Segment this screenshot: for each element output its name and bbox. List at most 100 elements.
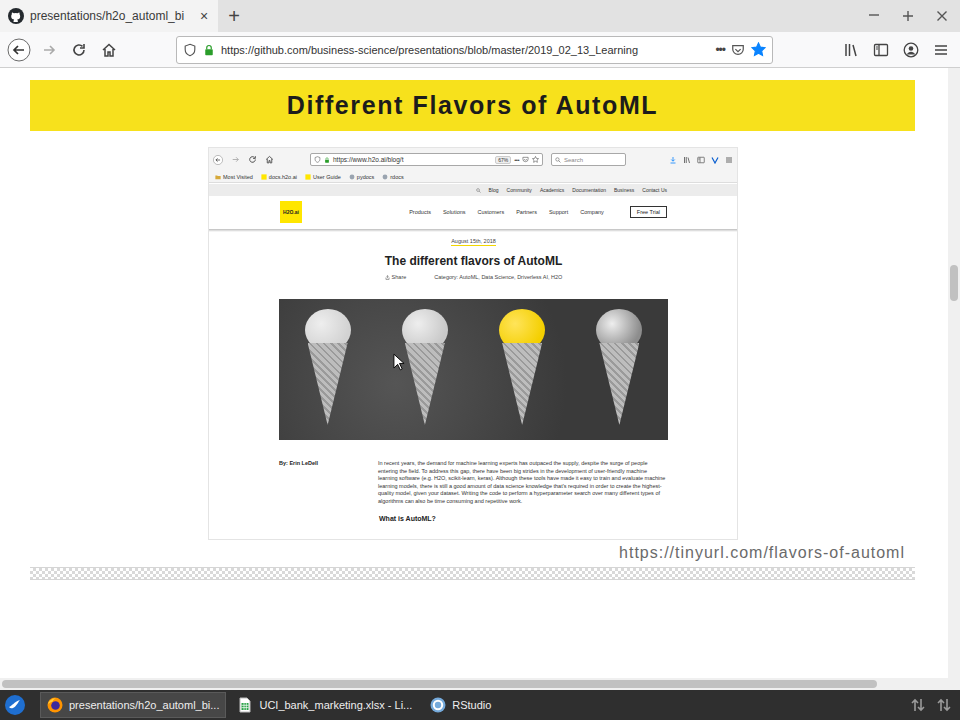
menu-item: Support: [549, 209, 568, 215]
minimize-icon[interactable]: [868, 10, 880, 22]
pocket-icon[interactable]: [731, 43, 745, 57]
url-bar[interactable]: https://github.com/business-science/pres…: [176, 36, 773, 64]
scroll-thumb[interactable]: [2, 680, 877, 688]
home-button[interactable]: [94, 35, 124, 65]
lock-icon[interactable]: [203, 44, 215, 56]
maximize-icon[interactable]: [902, 10, 914, 22]
account-icon[interactable]: [903, 42, 919, 58]
close-icon[interactable]: [936, 10, 948, 22]
library-button[interactable]: [836, 35, 866, 65]
tracking-shield-icon[interactable]: [183, 43, 197, 57]
reload-icon[interactable]: [71, 42, 87, 58]
post-date: August 15th, 2018: [451, 238, 496, 246]
close-icon[interactable]: [936, 10, 948, 22]
forward-button[interactable]: [34, 35, 64, 65]
taskbar-label[interactable]: presentations/h2o_automl_bi...: [69, 699, 219, 711]
calc-icon[interactable]: [237, 697, 253, 713]
rstudio-icon[interactable]: [430, 697, 446, 713]
minimize-icon[interactable]: [868, 10, 880, 22]
network-activity-icon[interactable]: [936, 697, 952, 713]
ice-cream-cone: [305, 309, 351, 425]
back-icon: [213, 155, 223, 165]
window-controls: [868, 0, 960, 32]
home-icon[interactable]: [101, 42, 117, 58]
taskbar-item[interactable]: presentations/h2o_automl_bi...: [40, 692, 226, 718]
vertical-scrollbar[interactable]: [948, 68, 960, 678]
bookmarks-toolbar: Most Visiteddocs.h2o.aiUser Guidepydocsr…: [209, 171, 737, 183]
calc-icon[interactable]: [237, 697, 253, 713]
reader-sidebar-icon[interactable]: [873, 42, 889, 58]
horizontal-scrollbar[interactable]: [0, 678, 960, 690]
github-icon: [8, 8, 24, 24]
menu-item: Customers: [478, 209, 505, 215]
taskbar-label[interactable]: UCI_bank_marketing.xlsx - Li...: [259, 699, 412, 711]
rstudio-icon[interactable]: [430, 697, 446, 713]
top-link: Contact Us: [642, 187, 667, 193]
reader-sidebar-icon[interactable]: [873, 42, 889, 58]
browser-tab[interactable]: presentations/h2o_automl_bi ×: [0, 0, 218, 32]
shield-icon: [314, 156, 321, 163]
forward-icon[interactable]: [41, 42, 57, 58]
github-icon: [8, 8, 24, 24]
pocket-icon[interactable]: [731, 43, 745, 57]
site-icon: [349, 174, 355, 180]
page-actions-button[interactable]: •••: [715, 43, 725, 57]
ice-cream-cone: [596, 309, 642, 425]
back-icon: [213, 155, 223, 165]
page-actions: •••: [514, 157, 519, 163]
hamburger-menu-button[interactable]: [926, 35, 956, 65]
reload-button[interactable]: [64, 35, 94, 65]
tracking-shield-icon[interactable]: [183, 43, 197, 57]
reload-icon[interactable]: [71, 42, 87, 58]
content-area: Different Flavors of AutoML https://www.h…: [0, 68, 960, 678]
firefox-icon[interactable]: [47, 697, 63, 713]
network-activity-icon[interactable]: [936, 697, 952, 713]
network-icon[interactable]: [910, 697, 926, 713]
menu-item: Company: [580, 209, 604, 215]
lock-icon[interactable]: [203, 44, 215, 56]
bookmark-star-icon[interactable]: [751, 42, 766, 57]
toolbar-right: [836, 35, 960, 65]
network-icon[interactable]: [910, 697, 926, 713]
taskbar-label[interactable]: RStudio: [452, 699, 491, 711]
bookmark-label: User Guide: [313, 174, 341, 180]
taskbar: presentations/h2o_automl_bi... UCI_bank_m…: [0, 690, 960, 720]
pocket-icon: [522, 156, 529, 163]
search-icon: [476, 188, 481, 193]
library-icon[interactable]: [843, 42, 859, 58]
site-top-links: BlogCommunityAcademicsDocumentationBusin…: [209, 184, 737, 196]
shield-icon: [314, 156, 321, 163]
home-icon[interactable]: [101, 42, 117, 58]
new-tab-button[interactable]: +: [218, 0, 250, 32]
back-icon[interactable]: [7, 38, 31, 62]
library-icon[interactable]: [843, 42, 859, 58]
bookmark-star-icon[interactable]: [751, 42, 766, 57]
share-icon: [385, 275, 390, 280]
start-menu-icon[interactable]: [4, 694, 26, 716]
taskbar-item[interactable]: UCI_bank_marketing.xlsx - Li...: [230, 692, 419, 718]
maximize-icon[interactable]: [902, 10, 914, 22]
download-icon: [669, 156, 677, 164]
start-menu-icon[interactable]: [4, 694, 26, 716]
slide: Different Flavors of AutoML https://www.h…: [30, 80, 915, 580]
top-link: Blog: [489, 187, 499, 193]
account-button[interactable]: [896, 35, 926, 65]
forward-icon[interactable]: [41, 42, 57, 58]
scroll-thumb[interactable]: [950, 265, 958, 301]
embedded-browser-screenshot: https://www.h2o.ai/blog/t67%•••SearchMos…: [208, 147, 738, 540]
slide-divider: [30, 567, 915, 580]
account-icon[interactable]: [903, 42, 919, 58]
reader-sidebar-button[interactable]: [866, 35, 896, 65]
star-icon: [532, 156, 539, 163]
hamburger-menu-icon[interactable]: [933, 42, 949, 58]
taskbar-item[interactable]: RStudio: [423, 692, 498, 718]
firefox-icon[interactable]: [47, 697, 63, 713]
back-icon[interactable]: [7, 38, 31, 62]
tab-close-button[interactable]: ×: [198, 8, 210, 24]
bookmark-label: pydocs: [357, 174, 374, 180]
slide-title: Different Flavors of AutoML: [287, 91, 658, 120]
back-button[interactable]: [4, 35, 34, 65]
tab-label[interactable]: presentations/h2o_automl_bi: [30, 9, 184, 23]
url-text[interactable]: https://github.com/business-science/pres…: [221, 44, 709, 56]
hamburger-menu-icon[interactable]: [933, 42, 949, 58]
